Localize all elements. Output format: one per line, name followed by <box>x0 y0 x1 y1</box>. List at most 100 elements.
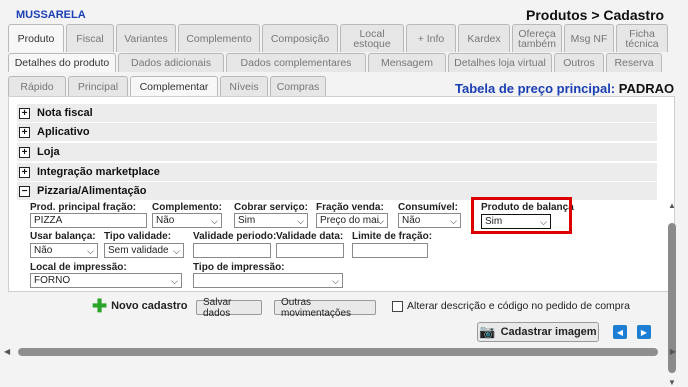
cadastrar-imagem-label: Cadastrar imagem <box>500 326 597 338</box>
page-title: Produtos > Cadastro <box>526 7 665 23</box>
section-label: Loja <box>37 146 60 158</box>
chevron-down-icon: ⌵ <box>332 276 339 286</box>
arrow-right-icon: ▶ <box>640 327 648 337</box>
cobrar-servico-value: Sim <box>238 215 256 226</box>
tab-outros[interactable]: Outros <box>554 53 604 72</box>
consumivel-label: Consumível: <box>398 202 459 213</box>
scroll-right-icon[interactable]: ▶ <box>670 347 676 356</box>
tab-msg-nf[interactable]: Msg NF <box>564 24 614 52</box>
chevron-down-icon: ⌵ <box>450 216 457 226</box>
tab-detalhes-loja-virtual[interactable]: Detalhes loja virtual <box>448 53 552 72</box>
outras-movimentacoes-button[interactable]: Outras movimentações <box>274 297 376 319</box>
consumivel-select[interactable]: Não ⌵ <box>398 213 461 228</box>
section-label: Integração marketplace <box>37 166 160 178</box>
chevron-down-icon: ⌵ <box>87 246 94 256</box>
previous-button[interactable]: ◀ <box>613 325 627 339</box>
sub2-tabs: Rápido Principal Complementar Níveis Com… <box>8 76 328 96</box>
local-impressao-select[interactable]: FORNO ⌵ <box>30 273 182 288</box>
price-table-info: Tabela de preço principal: PADRAO <box>455 81 674 96</box>
sub-tabs: Detalhes do produto Dados adicionais Dad… <box>8 53 664 72</box>
tab-oferecao-tambem[interactable]: Ofereça também <box>512 24 562 52</box>
scroll-down-icon[interactable]: ▼ <box>668 378 676 387</box>
chevron-down-icon: ⌵ <box>211 216 218 226</box>
horizontal-scrollbar[interactable]: ◀ ▶ <box>2 345 678 359</box>
tipo-validade-value: Sem validade <box>108 245 169 256</box>
fracao-venda-value: Preço do mai <box>320 215 379 226</box>
limite-fracao-label: Limite de fração: <box>352 231 433 242</box>
validade-data-input[interactable] <box>276 243 344 258</box>
next-button[interactable]: ▶ <box>637 325 651 339</box>
tab-fiscal[interactable]: Fiscal <box>66 24 114 52</box>
tab-complementar[interactable]: Complementar <box>130 76 218 96</box>
validade-periodo-label: Validade periodo: <box>193 231 277 242</box>
prod-principal-label: Prod. principal fração: <box>30 202 137 213</box>
product-name: MUSSARELA <box>16 9 86 21</box>
expand-icon[interactable]: + <box>19 166 30 178</box>
consumivel-value: Não <box>402 215 421 226</box>
validade-data-label: Validade data: <box>276 231 344 242</box>
cobrar-servico-select[interactable]: Sim ⌵ <box>234 213 308 228</box>
section-integracao-marketplace[interactable]: + Integração marketplace <box>17 163 657 181</box>
alterar-descricao-option[interactable]: Alterar descrição e código no pedido de … <box>392 300 630 312</box>
tab-composicao[interactable]: Composição <box>262 24 338 52</box>
section-nota-fiscal[interactable]: + Nota fiscal <box>17 104 657 122</box>
fracao-venda-label: Fração venda: <box>316 202 384 213</box>
tab-complemento[interactable]: Complemento <box>178 24 260 52</box>
complemento-label: Complemento: <box>152 202 222 213</box>
tab-compras[interactable]: Compras <box>270 76 326 96</box>
tab-local-estoque[interactable]: Local estoque <box>340 24 404 52</box>
novo-cadastro-button[interactable]: ✚ Novo cadastro <box>92 296 188 316</box>
tab-dados-adicionais[interactable]: Dados adicionais <box>118 53 224 72</box>
plus-icon: ✚ <box>92 296 108 316</box>
tab-ficha-tecnica[interactable]: Ficha técnica <box>616 24 668 52</box>
price-table-label: Tabela de preço principal: <box>455 81 616 96</box>
cadastrar-imagem-button[interactable]: 📷 Cadastrar imagem <box>477 322 599 342</box>
tipo-validade-select[interactable]: Sem validade ⌵ <box>104 243 184 258</box>
usar-balanca-select[interactable]: Não ⌵ <box>30 243 98 258</box>
section-label: Aplicativo <box>37 126 90 138</box>
chevron-down-icon: ⌵ <box>173 246 180 256</box>
section-label: Nota fiscal <box>37 107 93 119</box>
scroll-thumb[interactable] <box>18 348 658 356</box>
validade-periodo-input[interactable] <box>193 243 271 258</box>
section-aplicativo[interactable]: + Aplicativo <box>17 123 657 141</box>
scroll-up-icon[interactable]: ▲ <box>668 201 676 210</box>
tab-rapido[interactable]: Rápido <box>8 76 66 96</box>
section-loja[interactable]: + Loja <box>17 143 657 161</box>
chevron-down-icon: ⌵ <box>297 216 304 226</box>
expand-icon[interactable]: + <box>19 146 30 158</box>
vertical-scrollbar[interactable]: ▲ ▼ <box>665 201 679 387</box>
camera-icon: 📷 <box>479 324 496 339</box>
chevron-down-icon: ⌵ <box>171 276 178 286</box>
tab-mensagem[interactable]: Mensagem <box>368 53 446 72</box>
tab-principal[interactable]: Principal <box>68 76 128 96</box>
salvar-dados-button[interactable]: Salvar dados <box>196 297 262 319</box>
tab-detalhes-produto[interactable]: Detalhes do produto <box>8 53 116 72</box>
tab-produto[interactable]: Produto <box>8 24 64 52</box>
tab-mais-info[interactable]: + Info <box>406 24 456 52</box>
tipo-impressao-select[interactable]: ⌵ <box>193 273 343 288</box>
tipo-impressao-label: Tipo de impressão: <box>193 262 285 273</box>
tab-variantes[interactable]: Variantes <box>116 24 176 52</box>
usar-balanca-label: Usar balança: <box>30 231 96 242</box>
tipo-validade-label: Tipo validade: <box>104 231 172 242</box>
complemento-select[interactable]: Não ⌵ <box>152 213 222 228</box>
fracao-venda-select[interactable]: Preço do mai ⌵ <box>316 213 388 228</box>
tab-dados-complementares[interactable]: Dados complementares <box>226 53 366 72</box>
novo-cadastro-label: Novo cadastro <box>111 300 188 312</box>
checkbox[interactable] <box>392 300 403 312</box>
tab-kardex[interactable]: Kardex <box>458 24 510 52</box>
local-impressao-value: FORNO <box>34 275 71 286</box>
tab-niveis[interactable]: Níveis <box>220 76 268 96</box>
arrow-left-icon: ◀ <box>616 327 624 337</box>
chevron-down-icon: ⌵ <box>377 216 384 226</box>
expand-icon[interactable]: + <box>19 107 30 119</box>
main-tabs: Produto Fiscal Variantes Complemento Com… <box>8 24 670 52</box>
expand-icon[interactable]: + <box>19 126 30 138</box>
limite-fracao-input[interactable] <box>352 243 428 258</box>
scroll-left-icon[interactable]: ◀ <box>4 347 10 356</box>
usar-balanca-value: Não <box>34 245 53 256</box>
prod-principal-input[interactable]: PIZZA <box>30 213 147 228</box>
tab-reserva[interactable]: Reserva <box>606 53 662 72</box>
collapse-icon[interactable]: − <box>19 185 30 197</box>
